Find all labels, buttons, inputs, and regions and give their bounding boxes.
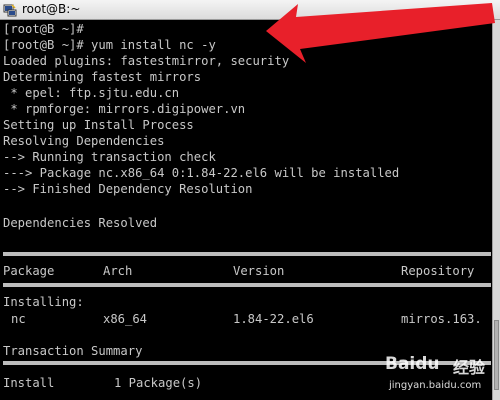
terminal-line: --> Finished Dependency Resolution (3, 182, 253, 196)
baidu-jingyan-watermark: Baidu 经验 jingyan.baidu.com (385, 352, 495, 398)
vertical-scrollbar[interactable] (492, 20, 500, 400)
table-header-package: Package (3, 264, 55, 278)
terminal-line: * rpmforge: mirrors.digipower.vn (3, 102, 246, 116)
table-divider (3, 252, 491, 256)
watermark-text: 经验 (453, 358, 486, 377)
install-label: Install (3, 376, 55, 390)
table-cell-package: nc (11, 312, 26, 326)
table-header-repository: Repository (401, 264, 475, 278)
terminal-line: --> Running transaction check (3, 150, 216, 164)
table-cell-repository: mirros.163. (401, 312, 482, 326)
terminal-output[interactable]: [root@B ~]# [root@B ~]# yum install nc -… (0, 20, 492, 400)
installing-label: Installing: (3, 295, 84, 309)
terminal-line: Setting up Install Process (3, 118, 194, 132)
transaction-summary-label: Transaction Summary (3, 344, 143, 358)
terminal-line: Determining fastest mirrors (3, 70, 202, 84)
red-arrow-annotation (266, 3, 495, 63)
table-cell-arch: x86_64 (103, 312, 148, 326)
watermark-url: jingyan.baidu.com (389, 380, 482, 391)
terminal-line: ---> Package nc.x86_64 0:1.84-22.el6 wil… (3, 166, 400, 180)
baidu-logo: Baidu (385, 354, 440, 374)
table-header-arch: Arch (103, 264, 133, 278)
install-count: 1 Package(s) (114, 376, 203, 390)
terminal-line: Loaded plugins: fastestmirror, security (3, 54, 290, 68)
terminal-line: Resolving Dependencies (3, 134, 165, 148)
terminal-line: [root@B ~]# yum install nc -y (3, 38, 216, 52)
table-header-version: Version (233, 264, 285, 278)
table-cell-version: 1.84-22.el6 (233, 312, 314, 326)
table-divider (3, 283, 491, 287)
window-title: root@B:~ (22, 2, 81, 16)
terminal-line: * epel: ftp.sjtu.edu.cn (3, 86, 180, 100)
terminal-line: Dependencies Resolved (3, 216, 158, 230)
terminal-line: [root@B ~]# (3, 22, 84, 36)
putty-terminal-icon (3, 4, 17, 17)
